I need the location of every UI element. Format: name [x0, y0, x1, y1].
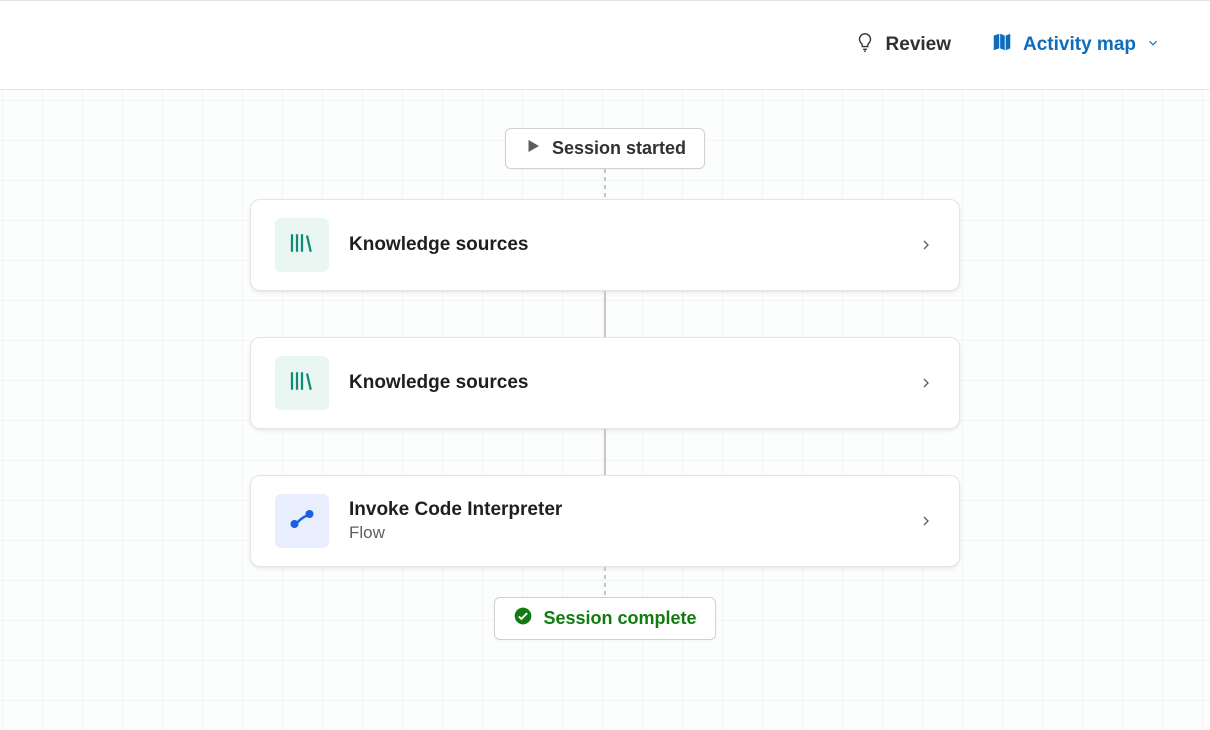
session-started-badge: Session started	[505, 128, 705, 169]
activity-card-knowledge-sources[interactable]: Knowledge sources	[250, 337, 960, 429]
library-icon	[287, 228, 317, 263]
connector	[604, 291, 606, 337]
header: Review Activity map	[0, 0, 1210, 90]
card-title: Invoke Code Interpreter	[349, 499, 897, 521]
card-content: Invoke Code Interpreter Flow	[349, 499, 897, 543]
icon-tile	[275, 356, 329, 410]
library-icon	[287, 366, 317, 401]
session-started-label: Session started	[552, 138, 686, 159]
review-button[interactable]: Review	[854, 31, 951, 59]
connector	[604, 429, 606, 475]
card-title: Knowledge sources	[349, 234, 897, 256]
icon-tile	[275, 494, 329, 548]
card-subtitle: Flow	[349, 523, 897, 543]
activity-card-knowledge-sources[interactable]: Knowledge sources	[250, 199, 960, 291]
chevron-right-icon	[917, 236, 935, 254]
card-content: Knowledge sources	[349, 372, 897, 394]
activity-canvas: Session started Knowledge sources	[0, 90, 1210, 730]
activity-card-invoke-code-interpreter[interactable]: Invoke Code Interpreter Flow	[250, 475, 960, 567]
activity-map-button[interactable]: Activity map	[991, 31, 1160, 59]
chevron-right-icon	[917, 512, 935, 530]
connector	[604, 169, 606, 199]
session-complete-label: Session complete	[543, 608, 696, 629]
card-content: Knowledge sources	[349, 234, 897, 256]
card-title: Knowledge sources	[349, 372, 897, 394]
flow-icon	[287, 504, 317, 539]
connector	[604, 567, 606, 597]
icon-tile	[275, 218, 329, 272]
session-complete-badge: Session complete	[494, 597, 715, 640]
lightbulb-icon	[854, 31, 876, 59]
chevron-right-icon	[917, 374, 935, 392]
review-label: Review	[886, 34, 951, 56]
chevron-down-icon	[1146, 34, 1160, 56]
map-icon	[991, 31, 1013, 59]
check-circle-icon	[513, 606, 533, 631]
play-icon	[524, 137, 542, 160]
activity-map-label: Activity map	[1023, 34, 1136, 56]
